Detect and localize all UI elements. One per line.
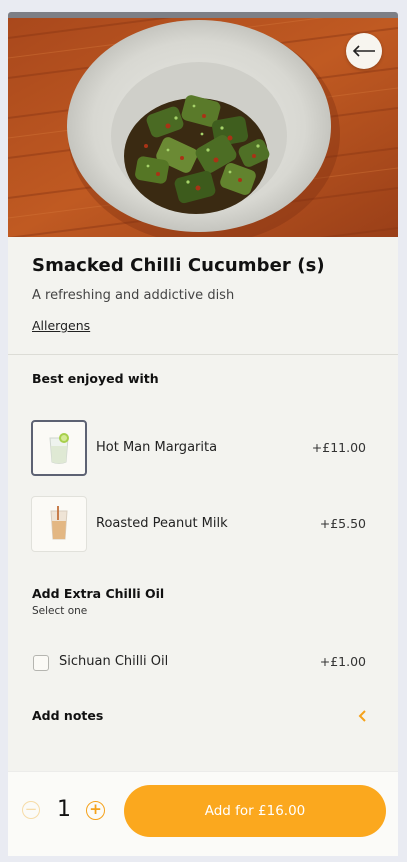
margarita-glass-icon — [31, 420, 87, 476]
pairing-name: Hot Man Margarita — [96, 440, 218, 455]
pairing-price: +£5.50 — [319, 516, 366, 531]
increase-quantity-button[interactable]: + — [86, 801, 105, 820]
arrow-left-icon — [352, 45, 375, 57]
back-button[interactable] — [346, 33, 382, 69]
peanut-milk-glass-icon — [31, 496, 87, 552]
footer-bar: − 1 + Add for £16.00 — [8, 771, 398, 856]
add-notes-label[interactable]: Add notes — [32, 708, 103, 723]
extra-name: Sichuan Chilli Oil — [59, 654, 169, 669]
pairing-name: Roasted Peanut Milk — [96, 516, 228, 531]
allergens-link[interactable]: Allergens — [32, 318, 90, 333]
product-description: A refreshing and addictive dish — [32, 288, 235, 303]
chevron-left-icon[interactable] — [355, 708, 371, 724]
add-to-order-button[interactable]: Add for £16.00 — [124, 785, 386, 837]
product-title: Smacked Chilli Cucumber (s) — [32, 255, 325, 276]
divider — [8, 354, 398, 355]
pairings-title: Best enjoyed with — [32, 371, 159, 386]
extra-price: +£1.00 — [319, 654, 366, 669]
decrease-quantity-button[interactable]: − — [22, 801, 40, 819]
product-image — [8, 18, 398, 237]
extras-subtitle: Select one — [32, 605, 88, 617]
quantity-value: 1 — [57, 797, 71, 822]
extras-title: Add Extra Chilli Oil — [32, 586, 165, 601]
extra-checkbox[interactable] — [33, 655, 49, 671]
product-detail-sheet: Smacked Chilli Cucumber (s) A refreshing… — [8, 18, 398, 856]
pairing-price: +£11.00 — [311, 440, 366, 455]
